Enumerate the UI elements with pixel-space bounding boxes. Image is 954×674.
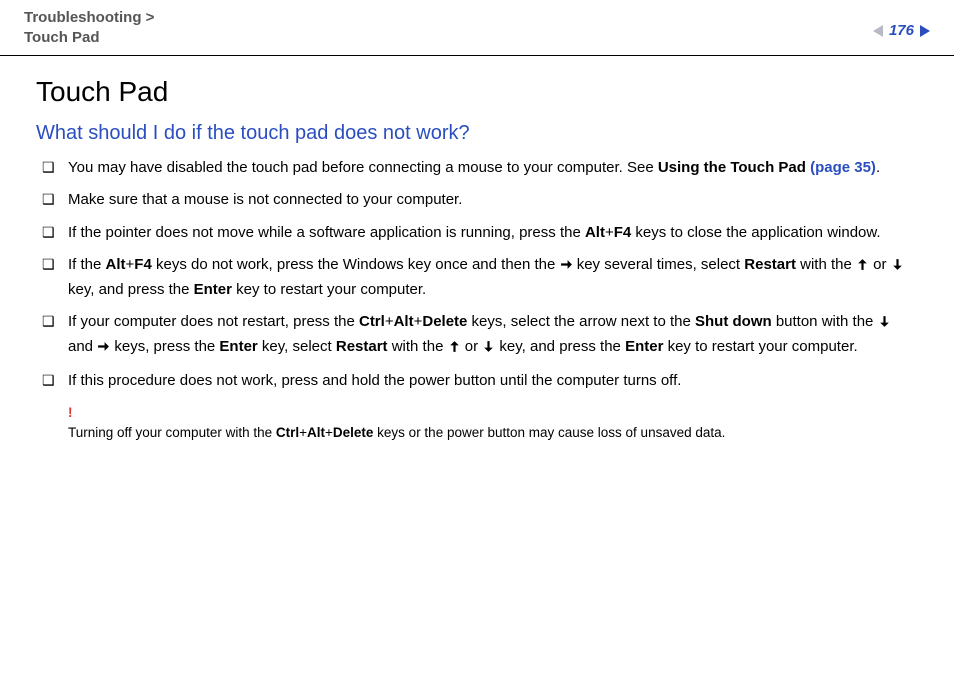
bullet-icon: ❑ xyxy=(42,157,56,180)
list-item-text: If the pointer does not move while a sof… xyxy=(68,222,918,245)
section-heading: What should I do if the touch pad does n… xyxy=(36,122,918,145)
key-label: Restart xyxy=(744,256,796,273)
key-label: Delete xyxy=(422,313,467,330)
key-label: Delete xyxy=(333,425,374,440)
page-title: Touch Pad xyxy=(36,76,918,108)
arrow-up-icon xyxy=(856,256,869,279)
next-page-arrow-icon[interactable] xyxy=(920,25,930,37)
breadcrumb-separator: > xyxy=(146,9,155,26)
warning-text: Turning off your computer with the Ctrl+… xyxy=(68,425,725,440)
bullet-icon: ❑ xyxy=(42,189,56,212)
page: Troubleshooting > Touch Pad 176 Touch Pa… xyxy=(0,0,954,674)
key-label: Ctrl xyxy=(276,425,299,440)
bullet-list: ❑ You may have disabled the touch pad be… xyxy=(36,157,918,393)
bullet-icon: ❑ xyxy=(42,222,56,245)
breadcrumb-top: Troubleshooting xyxy=(24,9,142,26)
list-item: ❑ If the pointer does not move while a s… xyxy=(42,222,918,245)
page-content: Touch Pad What should I do if the touch … xyxy=(0,56,954,444)
arrow-up-icon xyxy=(448,338,461,361)
arrow-down-icon xyxy=(878,313,891,336)
list-item: ❑ Make sure that a mouse is not connecte… xyxy=(42,189,918,212)
list-item-text: You may have disabled the touch pad befo… xyxy=(68,157,918,180)
arrow-right-icon xyxy=(560,256,573,279)
key-label: Enter xyxy=(194,281,232,298)
key-label: Shut down xyxy=(695,313,772,330)
list-item-text: Make sure that a mouse is not connected … xyxy=(68,189,918,212)
page-number-nav: 176 xyxy=(873,8,930,39)
list-item: ❑ If the Alt+F4 keys do not work, press … xyxy=(42,254,918,301)
arrow-down-icon xyxy=(891,256,904,279)
key-label: Alt xyxy=(307,425,325,440)
breadcrumb: Troubleshooting > Touch Pad xyxy=(24,8,154,49)
key-label: F4 xyxy=(614,224,632,241)
key-label: Alt xyxy=(106,256,126,273)
list-item-text: If this procedure does not work, press a… xyxy=(68,370,918,393)
key-label: Alt xyxy=(394,313,414,330)
breadcrumb-bottom: Touch Pad xyxy=(24,28,154,48)
prev-page-arrow-icon[interactable] xyxy=(873,25,883,37)
page-link[interactable]: (page 35) xyxy=(810,159,876,176)
warning-note: ! Turning off your computer with the Ctr… xyxy=(36,403,918,444)
arrow-down-icon xyxy=(482,338,495,361)
page-header: Troubleshooting > Touch Pad 176 xyxy=(0,0,954,56)
page-number: 176 xyxy=(889,22,914,39)
key-label: Alt xyxy=(585,224,605,241)
list-item: ❑ If this procedure does not work, press… xyxy=(42,370,918,393)
bullet-icon: ❑ xyxy=(42,254,56,301)
key-label: Enter xyxy=(219,338,257,355)
bullet-icon: ❑ xyxy=(42,311,56,360)
list-item: ❑ You may have disabled the touch pad be… xyxy=(42,157,918,180)
bold-text: Using the Touch Pad xyxy=(658,159,810,176)
list-item: ❑ If your computer does not restart, pre… xyxy=(42,311,918,360)
key-label: Restart xyxy=(336,338,388,355)
list-item-text: If your computer does not restart, press… xyxy=(68,311,918,360)
arrow-right-icon xyxy=(97,338,110,361)
warning-icon: ! xyxy=(68,403,918,423)
key-label: F4 xyxy=(134,256,152,273)
key-label: Enter xyxy=(625,338,663,355)
list-item-text: If the Alt+F4 keys do not work, press th… xyxy=(68,254,918,301)
bullet-icon: ❑ xyxy=(42,370,56,393)
key-label: Ctrl xyxy=(359,313,385,330)
